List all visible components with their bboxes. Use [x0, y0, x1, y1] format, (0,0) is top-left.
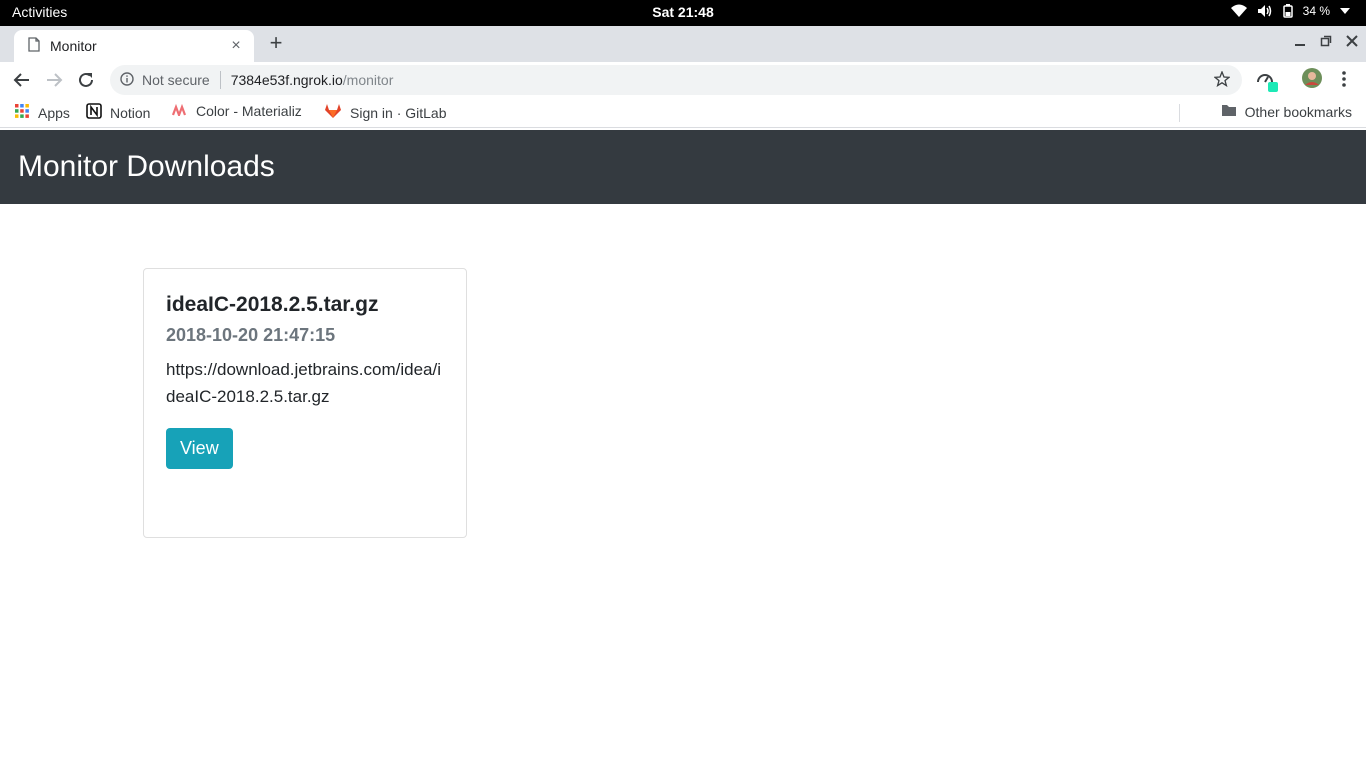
download-card: ideaIC-2018.2.5.tar.gz 2018-10-20 21:47:… — [143, 268, 467, 538]
bookmark-label: Apps — [38, 104, 70, 121]
close-window-icon[interactable] — [1346, 34, 1358, 52]
apps-grid-icon — [14, 103, 30, 122]
extension-gauge-icon[interactable] — [1256, 70, 1278, 97]
volume-icon — [1257, 4, 1273, 18]
tab-strip: Monitor × + — [0, 26, 1366, 62]
bookmark-star-icon[interactable] — [1213, 70, 1231, 90]
bookmark-apps[interactable]: Apps — [14, 103, 70, 122]
bookmark-materialize[interactable]: Color - Materializ — [172, 103, 308, 119]
page-title: Monitor Downloads — [18, 150, 275, 183]
restore-icon[interactable] — [1320, 34, 1332, 52]
bookmarks-bar: Apps Notion Color - Materializ Sign in ·… — [0, 98, 1366, 128]
notion-icon — [86, 103, 102, 122]
card-title: ideaIC-2018.2.5.tar.gz — [166, 293, 379, 316]
other-bookmarks[interactable]: Other bookmarks — [1221, 103, 1352, 120]
url-host: 7384e53f.ngrok.io — [230, 72, 343, 88]
system-tray[interactable]: 34 % — [1230, 4, 1350, 18]
gitlab-icon — [324, 103, 342, 122]
tab-monitor[interactable]: Monitor × — [14, 30, 254, 62]
other-bookmarks-label: Other bookmarks — [1244, 103, 1352, 120]
minimize-icon[interactable] — [1294, 34, 1306, 52]
info-icon[interactable] — [120, 71, 134, 89]
view-button[interactable]: View — [166, 428, 233, 469]
back-arrow-icon[interactable] — [12, 70, 32, 90]
system-top-bar: Activities Sat 21:48 34 % — [0, 0, 1366, 26]
folder-icon — [1221, 103, 1237, 120]
bookmark-label: Color - Materializ — [196, 103, 302, 119]
bookmark-label: Notion — [110, 104, 151, 121]
bookmark-label: Sign in · GitLab — [350, 104, 447, 121]
page-icon — [28, 37, 40, 55]
card-url: https://download.jetbrains.com/idea/idea… — [166, 360, 441, 406]
card-timestamp: 2018-10-20 21:47:15 — [166, 325, 336, 345]
security-label: Not secure — [142, 72, 210, 88]
window-controls — [1294, 34, 1358, 52]
wifi-icon — [1230, 4, 1247, 18]
battery-percent: 34 % — [1302, 4, 1330, 18]
bookmarks-divider — [1179, 104, 1180, 122]
profile-avatar[interactable] — [1302, 68, 1322, 93]
page-header: Monitor Downloads — [0, 130, 1366, 204]
bookmark-gitlab[interactable]: Sign in · GitLab — [324, 103, 447, 122]
materialize-icon — [172, 103, 188, 119]
address-bar[interactable]: Not secure 7384e53f.ngrok.io/monitor — [110, 65, 1242, 95]
new-tab-button[interactable]: + — [264, 32, 288, 56]
bookmark-notion[interactable]: Notion — [86, 103, 150, 122]
browser-toolbar: Not secure 7384e53f.ngrok.io/monitor — [0, 62, 1366, 98]
forward-arrow-icon[interactable] — [44, 70, 64, 90]
menu-kebab-icon[interactable] — [1336, 70, 1352, 93]
url-path: /monitor — [342, 72, 394, 88]
system-menu-chevron-down-icon — [1340, 8, 1350, 14]
address-divider — [219, 71, 221, 89]
tab-title: Monitor — [50, 38, 97, 54]
tab-close-icon[interactable]: × — [228, 37, 244, 55]
system-clock[interactable]: Sat 21:48 — [0, 4, 1366, 20]
reload-icon[interactable] — [76, 70, 96, 90]
battery-icon — [1282, 4, 1293, 18]
